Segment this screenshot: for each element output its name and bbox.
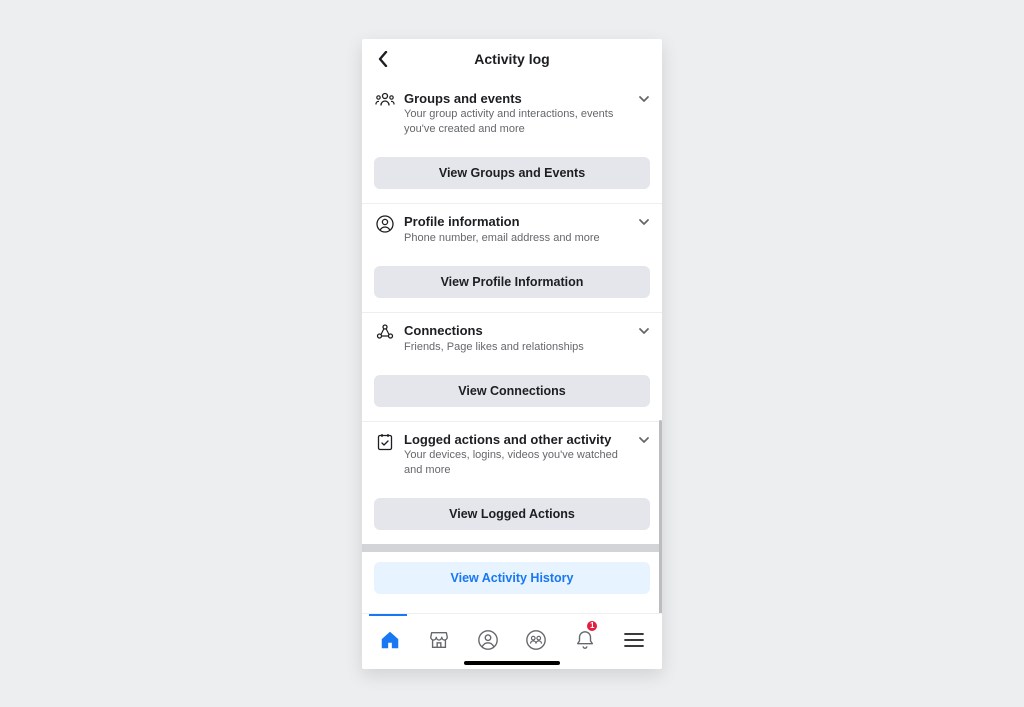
profile-nav-icon bbox=[477, 629, 499, 651]
nav-profile[interactable] bbox=[463, 616, 512, 665]
chevron-left-icon bbox=[378, 51, 388, 67]
nav-groups[interactable] bbox=[512, 616, 561, 665]
page-title: Activity log bbox=[474, 51, 549, 67]
bell-icon bbox=[574, 629, 596, 651]
connections-icon bbox=[374, 324, 396, 340]
section-title: Profile information bbox=[404, 214, 630, 231]
view-profile-info-button[interactable]: View Profile Information bbox=[374, 266, 650, 298]
header-bar: Activity log bbox=[362, 39, 662, 81]
chevron-down-icon bbox=[638, 218, 650, 226]
section-profile-info: Profile information Phone number, email … bbox=[362, 204, 662, 313]
section-title: Logged actions and other activity bbox=[404, 432, 630, 449]
chevron-down-icon bbox=[638, 436, 650, 444]
section-title: Connections bbox=[404, 323, 630, 340]
section-row-profile-info[interactable]: Profile information Phone number, email … bbox=[374, 204, 650, 256]
nav-notifications[interactable]: 1 bbox=[561, 616, 610, 665]
home-icon bbox=[379, 629, 401, 651]
chevron-down-icon bbox=[638, 95, 650, 103]
section-row-logged-actions[interactable]: Logged actions and other activity Your d… bbox=[374, 422, 650, 489]
section-connections: Connections Friends, Page likes and rela… bbox=[362, 313, 662, 422]
section-separator bbox=[362, 544, 662, 552]
nav-menu[interactable] bbox=[609, 616, 658, 665]
section-text: Connections Friends, Page likes and rela… bbox=[404, 323, 650, 355]
section-logged-actions: Logged actions and other activity Your d… bbox=[362, 422, 662, 531]
section-row-groups-events[interactable]: Groups and events Your group activity an… bbox=[374, 81, 650, 148]
section-row-connections[interactable]: Connections Friends, Page likes and rela… bbox=[374, 313, 650, 365]
section-text: Profile information Phone number, email … bbox=[404, 214, 650, 246]
view-groups-events-button[interactable]: View Groups and Events bbox=[374, 157, 650, 189]
section-subtitle: Phone number, email address and more bbox=[404, 231, 630, 246]
nav-home[interactable] bbox=[366, 616, 415, 665]
activity-history-wrap: View Activity History bbox=[362, 552, 662, 608]
scrollbar-thumb[interactable] bbox=[659, 420, 662, 613]
section-title: Groups and events bbox=[404, 91, 630, 108]
profile-icon bbox=[374, 215, 396, 233]
marketplace-icon bbox=[428, 629, 450, 651]
view-logged-actions-button[interactable]: View Logged Actions bbox=[374, 498, 650, 530]
group-icon bbox=[374, 92, 396, 106]
groups-nav-icon bbox=[525, 629, 547, 651]
back-button[interactable] bbox=[372, 45, 394, 73]
section-text: Logged actions and other activity Your d… bbox=[404, 432, 650, 479]
section-subtitle: Your devices, logins, videos you've watc… bbox=[404, 448, 630, 478]
view-activity-history-button[interactable]: View Activity History bbox=[374, 562, 650, 594]
view-connections-button[interactable]: View Connections bbox=[374, 375, 650, 407]
nav-marketplace[interactable] bbox=[415, 616, 464, 665]
home-indicator bbox=[464, 661, 560, 665]
content-scroll[interactable]: Groups and events Your group activity an… bbox=[362, 81, 662, 613]
logged-actions-icon bbox=[374, 433, 396, 451]
mobile-screen: Activity log Groups and events bbox=[362, 39, 662, 669]
notification-badge: 1 bbox=[586, 620, 598, 632]
section-groups-events: Groups and events Your group activity an… bbox=[362, 81, 662, 205]
hamburger-icon bbox=[624, 632, 644, 648]
section-subtitle: Your group activity and interactions, ev… bbox=[404, 107, 630, 137]
section-text: Groups and events Your group activity an… bbox=[404, 91, 650, 138]
chevron-down-icon bbox=[638, 327, 650, 335]
section-subtitle: Friends, Page likes and relationships bbox=[404, 340, 630, 355]
